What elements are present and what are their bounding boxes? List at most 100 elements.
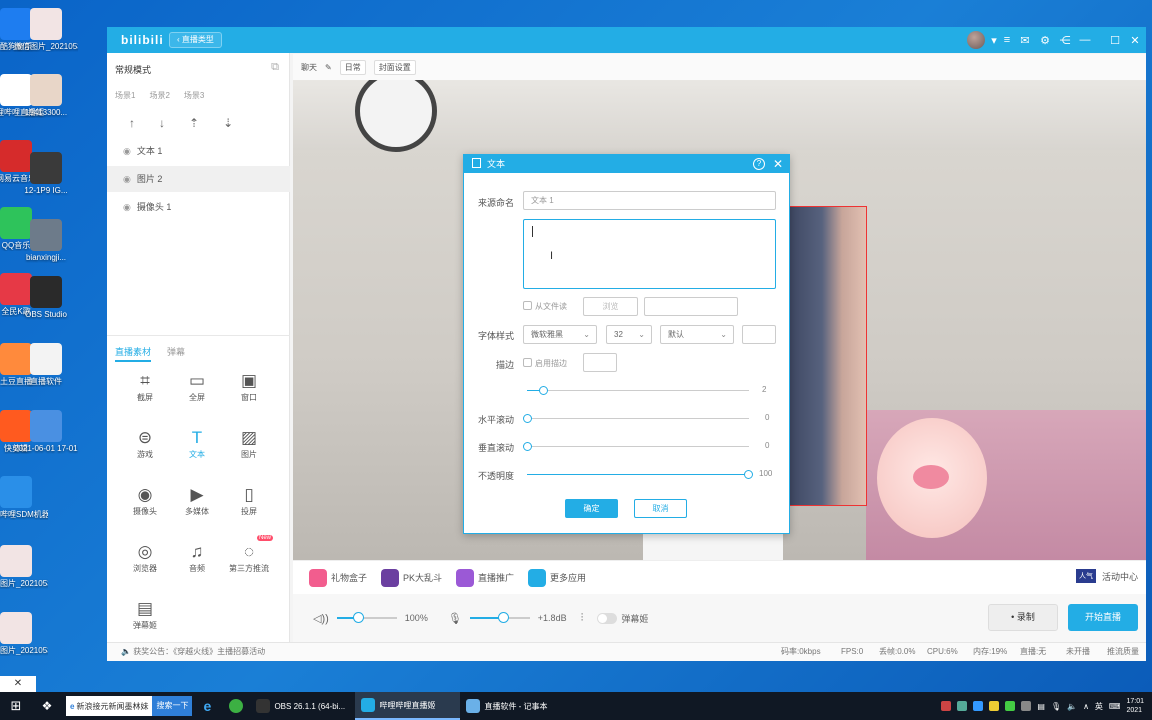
- material-10[interactable]: ♫ 音频: [171, 541, 223, 574]
- mixer-icon[interactable]: ⫶: [581, 612, 584, 625]
- source-item[interactable]: ◉ 摄像头 1: [107, 194, 290, 220]
- chevron-down-icon[interactable]: ▾: [987, 32, 1001, 48]
- material-6[interactable]: ◉ 摄像头: [119, 484, 171, 517]
- desktop-icon[interactable]: OBS Studio: [14, 276, 78, 320]
- task-view-icon[interactable]: ❖: [32, 692, 62, 720]
- tray-icon[interactable]: [989, 701, 1000, 711]
- close-icon[interactable]: ✕: [1128, 32, 1142, 48]
- eye-icon[interactable]: ◉: [123, 174, 131, 184]
- order-arrow-icon[interactable]: ⇣: [223, 116, 233, 130]
- scene-tab[interactable]: 场景1: [115, 90, 135, 101]
- action-item[interactable]: PK大乱斗: [381, 568, 442, 587]
- gear-icon[interactable]: ⚙: [1038, 32, 1052, 48]
- announcement[interactable]: 🔈 获奖公告：《穿越火线》主播招募活动: [121, 643, 265, 661]
- browse-button[interactable]: 浏览: [583, 297, 638, 316]
- taskbar-app[interactable]: OBS 26.1.1 (64-bi...: [250, 692, 355, 720]
- material-5[interactable]: ▨ 图片: [223, 427, 275, 460]
- material-11[interactable]: ◌ 第三方推流 New: [223, 535, 275, 574]
- material-2[interactable]: ▣ 窗口: [223, 370, 275, 403]
- action-item[interactable]: 直播推广: [456, 568, 514, 587]
- font-style-select[interactable]: 默认 ⌄: [660, 325, 734, 344]
- eye-icon[interactable]: ◉: [123, 146, 131, 156]
- avatar[interactable]: [967, 31, 985, 49]
- start-button[interactable]: ⊞: [0, 692, 32, 720]
- keyboard-icon[interactable]: ⌨: [1109, 702, 1121, 711]
- live-type-button[interactable]: ‹ 直播类型: [169, 32, 222, 48]
- close-icon[interactable]: ✕: [773, 155, 783, 173]
- material-1[interactable]: ▭ 全屏: [171, 370, 223, 403]
- opacity-slider[interactable]: [527, 470, 753, 479]
- mail-icon[interactable]: ✉: [1018, 32, 1032, 48]
- material-12[interactable]: ▤ 弹幕姬: [119, 598, 171, 631]
- from-file-checkbox[interactable]: 从文件读: [523, 301, 567, 312]
- volume-tray-icon[interactable]: 🔈: [1067, 702, 1077, 711]
- desktop-icon[interactable]: 15413300...: [14, 74, 78, 118]
- menu-icon[interactable]: ≡: [1000, 32, 1014, 48]
- order-arrow-icon[interactable]: ↓: [159, 116, 165, 130]
- confirm-button[interactable]: 确定: [565, 499, 618, 518]
- taskbar-app[interactable]: 哔哩哔哩直播姬: [355, 692, 461, 720]
- desktop-icon[interactable]: bianxingji...: [14, 219, 78, 263]
- ime-icon[interactable]: ∧: [1083, 702, 1089, 711]
- mic-icon[interactable]: 🎙: [448, 612, 462, 625]
- desktop-icon[interactable]: 哔哩哔哩SDM机器: [0, 476, 48, 520]
- desktop-icon[interactable]: 12-1P9 IG...: [14, 152, 78, 196]
- source-name-input[interactable]: 文本 1: [523, 191, 776, 210]
- maximize-icon[interactable]: ☐: [1108, 32, 1122, 48]
- source-item[interactable]: ◉ 文本 1: [107, 138, 290, 164]
- tray-icon[interactable]: [973, 701, 984, 711]
- edit-icon[interactable]: ✎: [325, 63, 332, 72]
- volume-slider[interactable]: [336, 612, 397, 623]
- chat-tab[interactable]: 聊天: [301, 62, 317, 73]
- danmu-toggle[interactable]: [597, 612, 618, 624]
- vscroll-slider[interactable]: [523, 442, 749, 451]
- search-button[interactable]: 搜索一下: [152, 696, 193, 716]
- browser-icon[interactable]: [222, 692, 250, 720]
- start-live-button[interactable]: 开始直播: [1068, 604, 1138, 631]
- action-item[interactable]: 礼物盒子: [309, 568, 367, 587]
- stroke-width-slider[interactable]: [527, 386, 749, 395]
- font-size-select[interactable]: 32 ⌄: [606, 325, 652, 344]
- file-path-input[interactable]: [644, 297, 738, 316]
- material-tab[interactable]: 弹幕: [167, 345, 185, 362]
- font-family-select[interactable]: 微软雅黑 ⌄: [523, 325, 597, 344]
- hscroll-slider[interactable]: [523, 414, 749, 423]
- source-item[interactable]: ◉ 图片 2: [107, 166, 290, 192]
- language-indicator[interactable]: 英: [1095, 701, 1103, 712]
- cover-settings-button[interactable]: 封面设置: [373, 59, 416, 75]
- eye-icon[interactable]: ◉: [123, 202, 131, 212]
- tray-icon[interactable]: [957, 701, 968, 711]
- desktop-icon[interactable]: 微信图片_2021053...: [0, 545, 48, 589]
- stroke-color-picker[interactable]: [583, 353, 617, 372]
- material-7[interactable]: ▶ 多媒体: [171, 484, 223, 517]
- vscroll-knob[interactable]: [523, 442, 532, 451]
- taskbar-app[interactable]: 直播软件 - 记事本: [460, 692, 565, 720]
- tray-icon[interactable]: [941, 701, 952, 711]
- material-4[interactable]: T 文本: [171, 427, 223, 460]
- image-source[interactable]: [785, 206, 867, 506]
- desktop-icon[interactable]: 2021-06-01 17-01-39: [14, 410, 78, 454]
- speaker-icon[interactable]: ◁)): [313, 612, 329, 625]
- minimize-icon[interactable]: —: [1078, 32, 1092, 48]
- opacity-knob[interactable]: [744, 470, 753, 479]
- mic-tray-icon[interactable]: 🎙: [1051, 702, 1061, 711]
- volume-knob[interactable]: [352, 612, 364, 623]
- desktop-icon[interactable]: 微信图片_2021053...: [14, 8, 78, 52]
- action-item[interactable]: 更多应用: [528, 568, 586, 587]
- activity-center[interactable]: 人气 活动中心: [1075, 569, 1138, 583]
- mic-knob[interactable]: [497, 612, 509, 623]
- desktop-icon[interactable]: 微信图片_2021053...: [0, 612, 48, 656]
- order-arrow-icon[interactable]: ↑: [129, 116, 135, 130]
- tray-icon[interactable]: [1021, 701, 1032, 711]
- hscroll-knob[interactable]: [523, 414, 532, 423]
- scene-tab[interactable]: 场景2: [149, 90, 169, 101]
- close-icon[interactable]: ✕: [0, 676, 36, 692]
- record-button[interactable]: • 录制: [988, 604, 1058, 631]
- material-8[interactable]: ▯ 投屏: [223, 484, 275, 517]
- desktop-icon[interactable]: 直播软件: [14, 343, 78, 387]
- edge-icon[interactable]: e: [192, 692, 222, 720]
- mic-slider[interactable]: [469, 612, 530, 623]
- stroke-width-knob[interactable]: [538, 386, 548, 395]
- material-3[interactable]: ⊜ 游戏: [119, 427, 171, 460]
- material-0[interactable]: ⌗ 截屏: [119, 370, 171, 403]
